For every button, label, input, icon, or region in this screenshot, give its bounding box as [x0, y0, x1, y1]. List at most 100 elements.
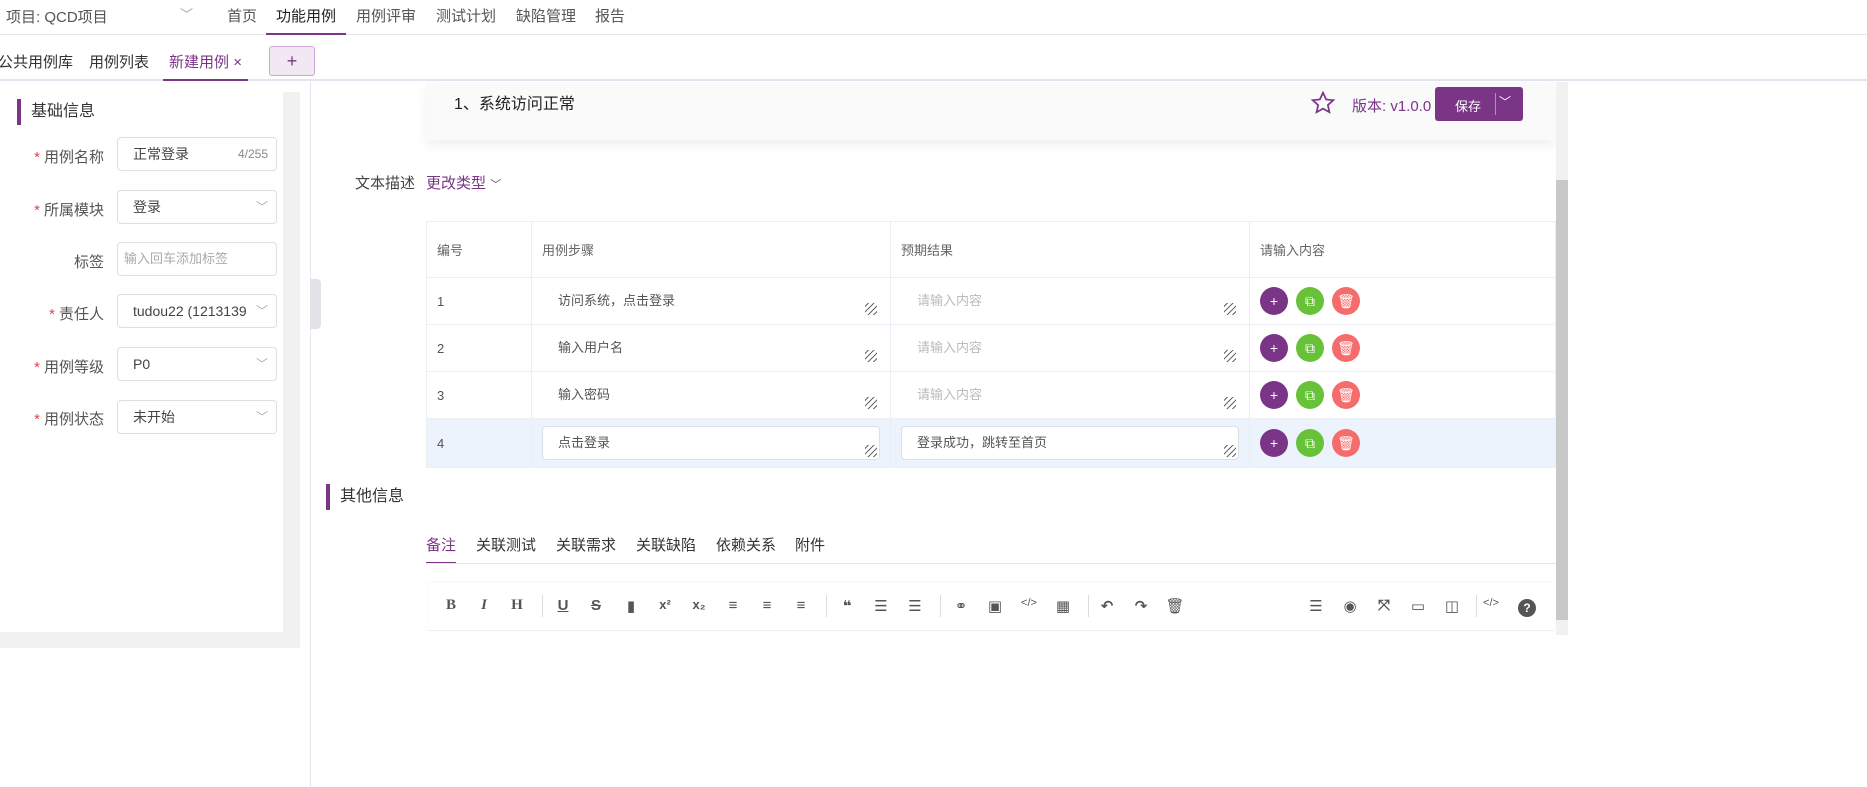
table-row: 4 点击登录 登录成功，跳转至首页 + ⧉ 🗑	[426, 418, 1556, 468]
char-count: 4/255	[237, 147, 268, 161]
subscript-icon[interactable]: x₂	[688, 597, 710, 612]
preview-eye-icon[interactable]: ◉	[1339, 597, 1361, 615]
copy-row-button[interactable]: ⧉	[1296, 381, 1324, 409]
save-button[interactable]: 保存 ﹀	[1435, 87, 1523, 121]
tab-linked-defects[interactable]: 关联缺陷	[636, 534, 696, 564]
link-icon[interactable]: ⚭	[950, 597, 972, 615]
image-icon[interactable]: ▣	[984, 597, 1006, 615]
strikethrough-icon[interactable]: S	[585, 597, 607, 614]
fullscreen-icon[interactable]: ⤧	[1373, 597, 1395, 614]
nav-reports[interactable]: 报告	[595, 5, 625, 35]
help-icon[interactable]: ?	[1518, 599, 1536, 617]
step-number: 2	[426, 324, 532, 372]
left-vertical-scrollbar[interactable]	[283, 92, 300, 632]
redo-icon[interactable]: ↷	[1130, 597, 1152, 615]
status-select[interactable]: 未开始 ﹀	[117, 400, 277, 434]
expected-result-input[interactable]: 请输入内容	[901, 284, 1239, 318]
resize-handle-icon	[1224, 303, 1236, 315]
copy-row-button[interactable]: ⧉	[1296, 334, 1324, 362]
tab-public-library[interactable]: 公共用例库	[0, 51, 73, 81]
undo-icon[interactable]: ↶	[1096, 597, 1118, 615]
bold-icon[interactable]: B	[440, 597, 462, 614]
quote-icon[interactable]: ❝	[836, 597, 858, 615]
underline-icon[interactable]: U	[552, 597, 574, 614]
align-right-icon[interactable]: ≡	[790, 597, 812, 614]
change-type-dropdown[interactable]: 更改类型 ﹀	[426, 172, 501, 193]
tab-notes[interactable]: 备注	[426, 534, 457, 564]
owner-select[interactable]: tudou22 (1213139 ﹀	[117, 294, 277, 328]
expected-result-input[interactable]: 请输入内容	[901, 331, 1239, 365]
tab-attachments[interactable]: 附件	[795, 534, 825, 564]
tab-new-case[interactable]: 新建用例 ×	[163, 51, 248, 81]
module-select[interactable]: 登录 ﹀	[117, 190, 277, 224]
star-icon[interactable]	[1310, 90, 1336, 116]
tab-linked-tests[interactable]: 关联测试	[476, 534, 536, 564]
trash-icon[interactable]: 🗑	[1164, 597, 1186, 615]
add-row-button[interactable]: +	[1260, 334, 1288, 362]
add-row-button[interactable]: +	[1260, 381, 1288, 409]
add-row-button[interactable]: +	[1260, 429, 1288, 457]
tag-input[interactable]: 输入回车添加标签	[117, 242, 277, 276]
project-selector[interactable]: 项目: QCD项目	[6, 6, 108, 27]
step-number: 4	[426, 418, 532, 468]
align-left-icon[interactable]: ≡	[722, 597, 744, 614]
resize-handle-icon	[1224, 350, 1236, 362]
step-input[interactable]: 输入用户名	[542, 331, 880, 365]
delete-row-button[interactable]: 🗑	[1332, 381, 1360, 409]
panel-collapse-handle[interactable]	[311, 279, 321, 329]
resize-handle-icon	[865, 445, 877, 457]
nav-test-plan[interactable]: 测试计划	[436, 5, 496, 35]
delete-row-button[interactable]: 🗑	[1332, 429, 1360, 457]
col-header: 编号	[426, 221, 532, 278]
left-horizontal-scrollbar[interactable]	[0, 632, 300, 648]
unordered-list-icon[interactable]: ☰	[904, 597, 926, 615]
heading-icon[interactable]: H	[506, 597, 528, 614]
expected-result-input[interactable]: 登录成功，跳转至首页	[901, 426, 1239, 460]
nav-functional-cases[interactable]: 功能用例	[266, 5, 347, 35]
case-header-card: 1、系统访问正常 版本: v1.0.0 保存 ﹀	[426, 82, 1554, 140]
close-icon[interactable]: ×	[233, 54, 242, 71]
nav-case-review[interactable]: 用例评审	[356, 5, 416, 35]
code-icon[interactable]: </>	[1018, 597, 1040, 609]
add-row-button[interactable]: +	[1260, 287, 1288, 315]
align-center-icon[interactable]: ≡	[756, 597, 778, 614]
nav-defects[interactable]: 缺陷管理	[516, 5, 576, 35]
window-icon[interactable]: ▭	[1407, 597, 1429, 615]
ordered-list-icon[interactable]: ☰	[870, 597, 892, 615]
source-code-icon[interactable]: </>	[1480, 597, 1502, 609]
superscript-icon[interactable]: x²	[654, 597, 676, 612]
main-vertical-scrollbar[interactable]	[1556, 82, 1568, 635]
table-row: 3 输入密码 请输入内容 + ⧉ 🗑	[426, 371, 1556, 419]
step-input[interactable]: 输入密码	[542, 378, 880, 412]
text-description-label: 文本描述	[355, 175, 416, 192]
resize-handle-icon	[865, 303, 877, 315]
chevron-down-icon[interactable]: ﹀	[180, 4, 193, 23]
step-input[interactable]: 点击登录	[542, 426, 880, 460]
resize-handle-icon	[865, 397, 877, 409]
table-row: 2 输入用户名 请输入内容 + ⧉ 🗑	[426, 324, 1556, 372]
copy-row-button[interactable]: ⧉	[1296, 287, 1324, 315]
resize-handle-icon	[1224, 397, 1236, 409]
expected-result-input[interactable]: 请输入内容	[901, 378, 1239, 412]
table-icon[interactable]: ▦	[1052, 597, 1074, 615]
chevron-down-icon: ﹀	[251, 191, 268, 223]
editor-toolbar: B I H U S ▮ x² x₂ ≡ ≡ ≡ ❝ ☰ ☰ ⚭ ▣ </> ▦ …	[428, 583, 1554, 631]
split-view-icon[interactable]: ◫	[1441, 597, 1463, 615]
delete-row-button[interactable]: 🗑	[1332, 334, 1360, 362]
menu-icon[interactable]: ☰	[1305, 597, 1327, 615]
section-title: 基础信息	[17, 99, 95, 125]
tab-case-list[interactable]: 用例列表	[89, 51, 149, 81]
add-tab-button[interactable]: +	[269, 46, 315, 76]
delete-row-button[interactable]: 🗑	[1332, 287, 1360, 315]
bookmark-icon[interactable]: ▮	[620, 597, 642, 615]
tab-dependencies[interactable]: 依赖关系	[716, 534, 776, 564]
step-input[interactable]: 访问系统，点击登录	[542, 284, 880, 318]
tab-linked-requirements[interactable]: 关联需求	[556, 534, 616, 564]
level-select[interactable]: P0 ﹀	[117, 347, 277, 381]
italic-icon[interactable]: I	[473, 597, 495, 614]
copy-row-button[interactable]: ⧉	[1296, 429, 1324, 457]
case-name-input[interactable]: 正常登录 4/255	[117, 137, 277, 171]
chevron-down-icon[interactable]: ﹀	[1499, 93, 1511, 110]
nav-home[interactable]: 首页	[227, 5, 257, 35]
step-number: 3	[426, 371, 532, 419]
